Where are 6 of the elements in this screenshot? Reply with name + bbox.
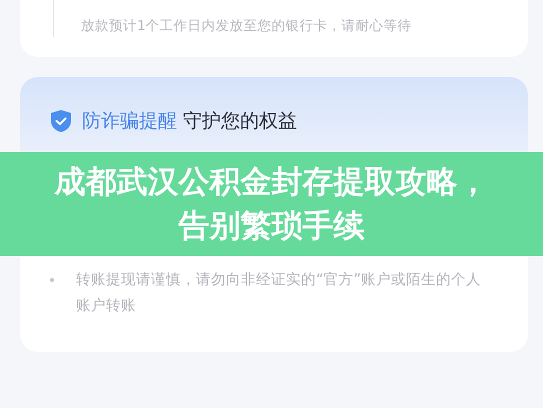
bullet-icon: [50, 278, 54, 282]
banner-title: 成都武汉公积金封存提取攻略，告别繁琐手续: [53, 163, 490, 246]
payout-notice: 放款预计1个工作日内发放至您的银行卡，请耐心等待: [81, 17, 412, 36]
shield-check-icon: [50, 109, 72, 133]
tip-text: 转账提现请谨慎，请勿向非经证实的“官方”账户或陌生的个人账户转账: [76, 270, 482, 316]
card-title: 防诈骗提醒 守护您的权益: [82, 109, 298, 134]
